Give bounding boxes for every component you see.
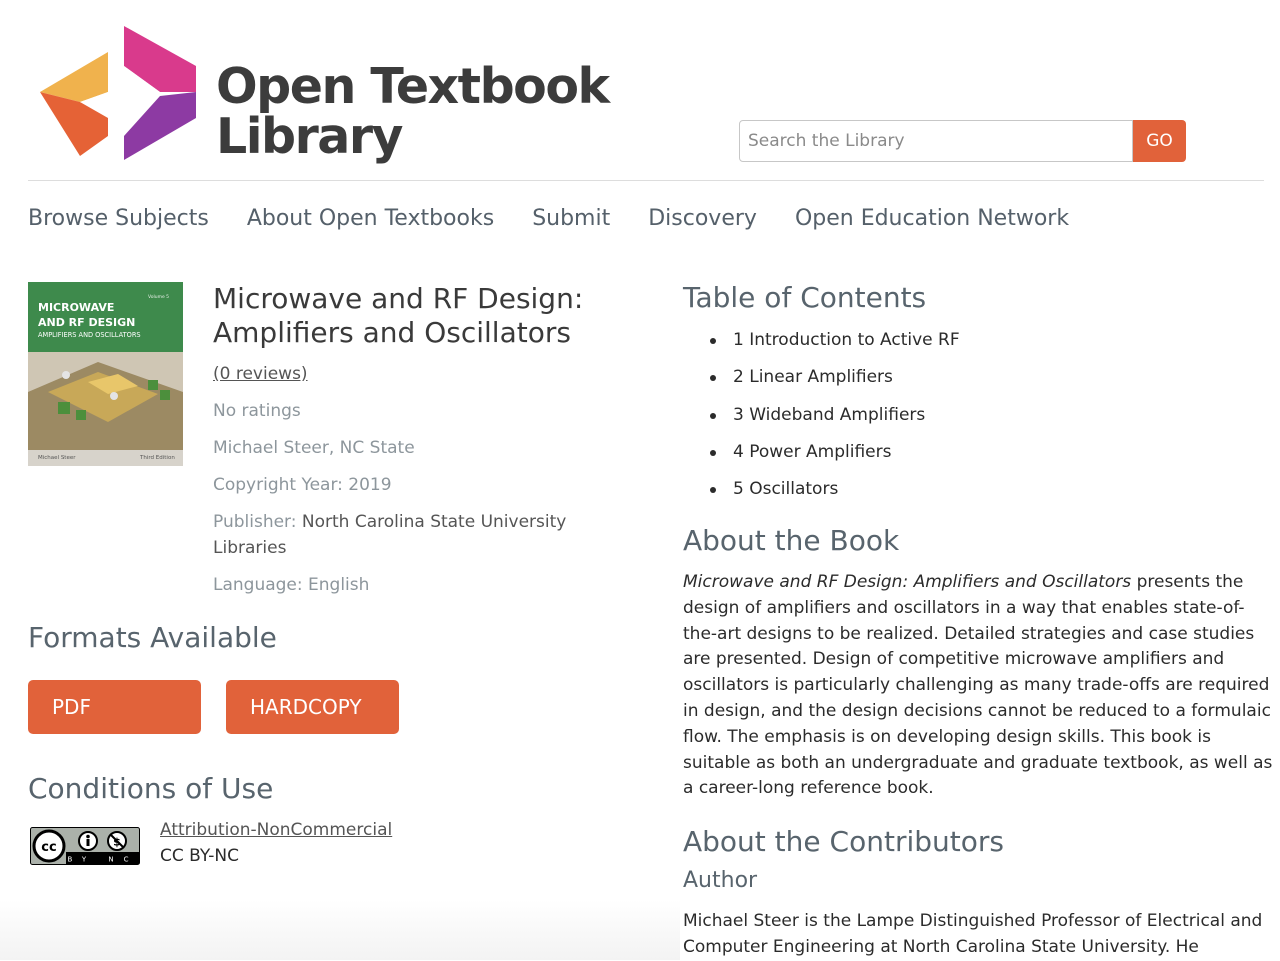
nav-about-open-textbooks[interactable]: About Open Textbooks <box>247 206 494 236</box>
toc-item: 4 Power Amplifiers <box>708 440 960 477</box>
cover-volume: Volume 5 <box>148 294 169 300</box>
book-author: Michael Steer, NC State <box>213 438 415 458</box>
toc-item: 2 Linear Amplifiers <box>708 365 960 402</box>
toc-list: 1 Introduction to Active RF 2 Linear Amp… <box>708 328 960 514</box>
nav-browse-subjects[interactable]: Browse Subjects <box>28 206 209 236</box>
cc-badge-text: BY NC <box>67 856 138 864</box>
search-bar: GO <box>739 120 1186 162</box>
copyright-year: Copyright Year: 2019 <box>213 475 392 495</box>
nav-discovery[interactable]: Discovery <box>648 206 757 236</box>
search-input[interactable] <box>739 120 1133 162</box>
book-language: Language: English <box>213 575 370 595</box>
publisher-label: Publisher: <box>213 512 302 532</box>
publisher-row: Publisher: North Carolina State Universi… <box>213 512 566 532</box>
cover-line-1: MICROWAVE <box>38 301 114 314</box>
brand-line-2: Library <box>216 108 403 165</box>
cover-author: Michael Steer <box>38 455 76 461</box>
toc-item: 1 Introduction to Active RF <box>708 328 960 365</box>
bottom-shadow <box>0 900 680 960</box>
about-book-title: Microwave and RF Design: Amplifiers and … <box>683 572 1132 592</box>
author-role-heading: Author <box>683 868 758 893</box>
cover-line-3: AMPLIFIERS AND OSCILLATORS <box>38 331 141 339</box>
nav-open-education-network[interactable]: Open Education Network <box>795 206 1069 236</box>
cover-edition: Third Edition <box>139 455 175 461</box>
header-divider <box>28 180 1264 181</box>
nav-submit[interactable]: Submit <box>532 206 610 236</box>
book-title: Microwave and RF Design: Amplifiers and … <box>213 282 584 349</box>
conditions-heading: Conditions of Use <box>28 772 274 805</box>
book-cover-art: Volume 5 MICROWAVE AND RF DESIGN AMPLIFI… <box>28 282 183 466</box>
about-description: Microwave and RF Design: Amplifiers and … <box>683 570 1273 802</box>
brand-name[interactable]: Open Textbook Library <box>216 58 610 165</box>
cover-line-2: AND RF DESIGN <box>38 316 135 329</box>
contributors-heading: About the Contributors <box>683 825 1004 858</box>
license-code: CC BY-NC <box>160 846 239 866</box>
brand-line-1: Open Textbook <box>216 58 610 115</box>
publisher-row-2: Libraries <box>213 538 286 558</box>
hardcopy-button[interactable]: HARDCOPY <box>226 680 399 734</box>
formats-heading: Formats Available <box>28 621 277 654</box>
toc-item: 5 Oscillators <box>708 477 960 514</box>
reviews-link[interactable]: (0 reviews) <box>213 364 308 384</box>
cc-by-nc-license-badge[interactable]: cc $ BY NC <box>30 827 140 865</box>
publisher-link-cont[interactable]: Libraries <box>213 538 286 558</box>
book-cover-image[interactable]: Volume 5 MICROWAVE AND RF DESIGN AMPLIFI… <box>28 282 183 466</box>
ratings-text: No ratings <box>213 401 301 421</box>
about-heading: About the Book <box>683 524 900 557</box>
svg-text:cc: cc <box>41 840 56 855</box>
publisher-link[interactable]: North Carolina State University <box>302 512 566 532</box>
search-go-button[interactable]: GO <box>1133 120 1186 162</box>
pdf-button[interactable]: PDF <box>28 680 201 734</box>
author-bio: Michael Steer is the Lampe Distinguished… <box>683 909 1273 961</box>
toc-heading: Table of Contents <box>683 281 927 314</box>
open-textbook-library-logo[interactable] <box>40 26 200 160</box>
license-link[interactable]: Attribution-NonCommercial <box>160 820 392 840</box>
main-nav: Browse Subjects About Open Textbooks Sub… <box>28 206 1069 236</box>
toc-item: 3 Wideband Amplifiers <box>708 403 960 440</box>
about-text: presents the design of amplifiers and os… <box>683 572 1273 799</box>
contributor-name: Michael Steer <box>683 911 799 931</box>
